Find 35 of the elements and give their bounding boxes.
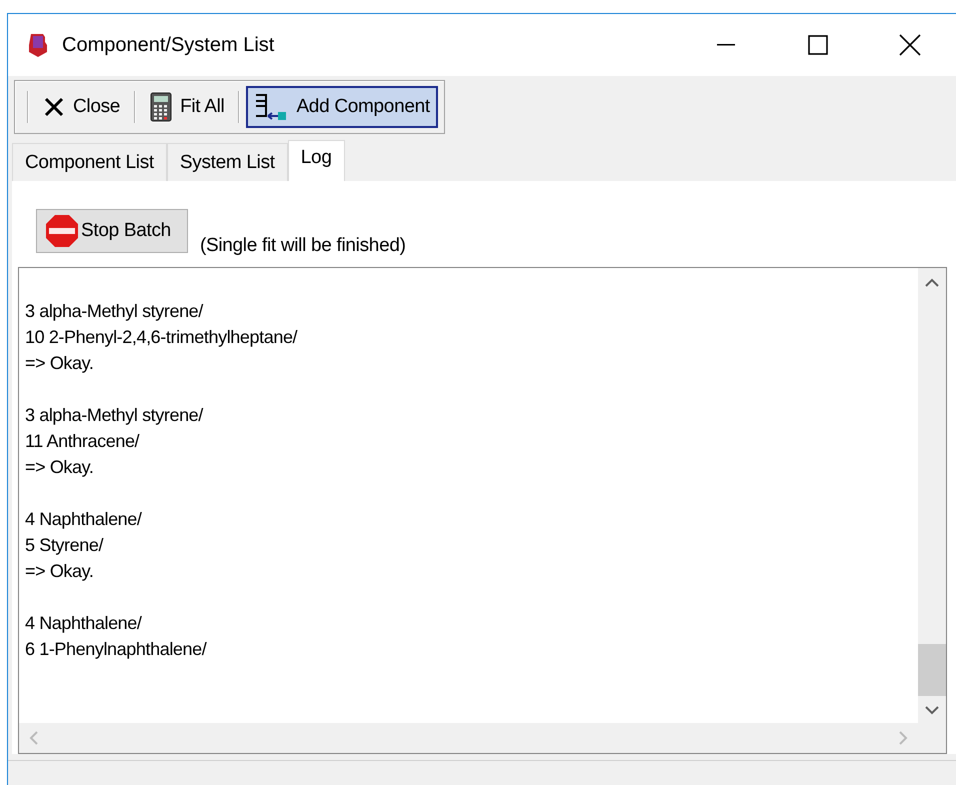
- scroll-up-icon[interactable]: [925, 278, 939, 287]
- tab[interactable]: System List: [166, 143, 288, 181]
- stop-batch-button[interactable]: Stop Batch: [36, 209, 188, 253]
- tab[interactable]: Component List: [12, 143, 167, 181]
- log-line: 4 Naphthalene/: [25, 612, 143, 635]
- maximize-icon: [808, 35, 828, 55]
- log-line: 3 alpha-Methyl styrene/: [25, 404, 204, 427]
- calculator-icon: [150, 92, 172, 122]
- log-line: 6 1-Phenylnaphthalene/: [25, 638, 208, 661]
- scroll-left-icon[interactable]: [29, 731, 38, 745]
- log-line: 5 Styrene/: [25, 534, 104, 557]
- close-icon: [899, 34, 921, 56]
- log-line: 3 alpha-Methyl styrene/: [25, 300, 204, 323]
- scroll-right-icon[interactable]: [899, 731, 908, 745]
- toolbar-button[interactable]: Add Component: [246, 86, 438, 128]
- tab[interactable]: Log: [288, 140, 345, 181]
- list-arrow-icon: [254, 92, 288, 122]
- log-line: 11 Anthracene/: [25, 430, 140, 453]
- log-line: 10 2-Phenyl-2,4,6-trimethylheptane/: [25, 326, 298, 349]
- log-line: => Okay.: [25, 560, 95, 583]
- toolbar-button[interactable]: Fit All: [142, 86, 232, 128]
- close-icon: [43, 96, 65, 118]
- log-line: => Okay.: [25, 352, 95, 375]
- window-title: Component/System List: [62, 34, 276, 56]
- log-line: 4 Naphthalene/: [25, 508, 143, 531]
- app-icon: [28, 32, 48, 58]
- note-text: (Single fit will be finished): [200, 235, 406, 257]
- scroll-thumb[interactable]: [918, 644, 946, 696]
- scroll-down-icon[interactable]: [925, 706, 939, 715]
- horizontal-scrollbar[interactable]: [19, 723, 918, 753]
- stop-sign-icon: [45, 214, 79, 248]
- minimize-icon: [717, 44, 735, 46]
- vertical-scrollbar[interactable]: [918, 268, 946, 723]
- log-line: => Okay.: [25, 456, 95, 479]
- toolbar-button[interactable]: Close: [35, 86, 128, 128]
